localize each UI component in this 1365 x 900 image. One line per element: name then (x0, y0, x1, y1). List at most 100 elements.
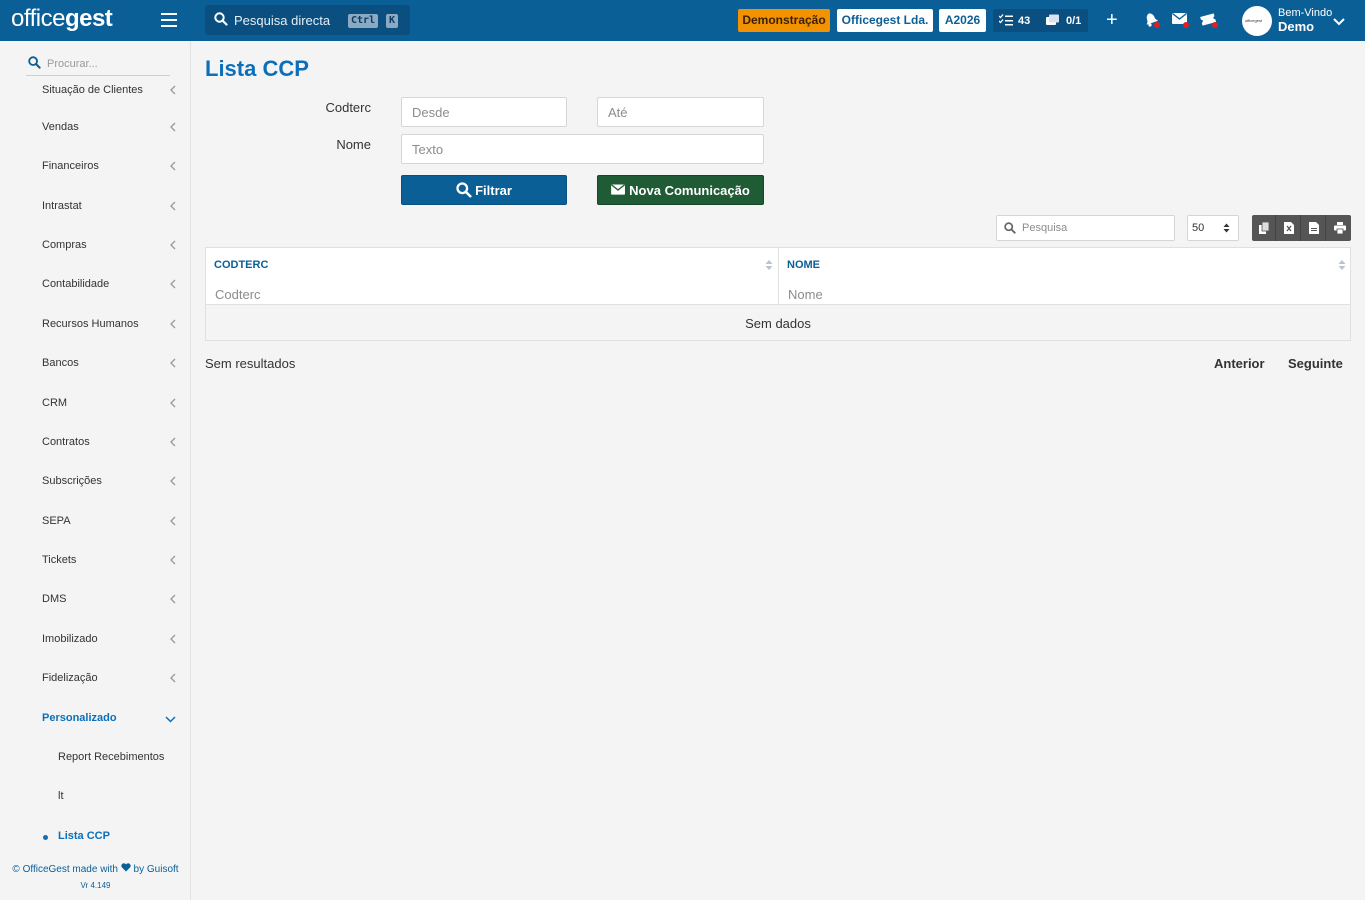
chevron-left-icon (170, 122, 176, 135)
sidebar-item-personalizado[interactable]: Personalizado (42, 709, 176, 729)
sidebar-subitem-lista-ccp[interactable]: Lista CCP (43, 827, 183, 847)
officegest-logo[interactable]: officegest (11, 5, 113, 33)
table-search-input[interactable] (1022, 220, 1167, 236)
counters-group[interactable]: 43 0/1 (993, 9, 1088, 32)
codterc-column-filter[interactable] (215, 284, 770, 304)
chevron-left-icon (170, 279, 176, 292)
chevron-left-icon (170, 673, 176, 686)
name-input[interactable] (401, 134, 764, 164)
codterc-to-input[interactable] (597, 97, 764, 127)
chevron-left-icon (170, 555, 176, 568)
sidebar-item-label: Recursos Humanos (42, 318, 139, 330)
sidebar-item-crm[interactable]: CRM (42, 394, 176, 414)
sidebar-item-subscricoes[interactable]: Subscrições (42, 472, 176, 492)
new-communication-button[interactable]: Nova Comunicação (597, 175, 764, 205)
sidebar-item-label: Tickets (42, 554, 77, 566)
previous-page-button[interactable]: Anterior (1214, 356, 1265, 371)
copy-button[interactable] (1252, 215, 1276, 241)
filter-button[interactable]: Filtrar (401, 175, 567, 205)
sidebar-item-sepa[interactable]: SEPA (42, 512, 176, 532)
quick-search-label: Pesquisa directa (234, 13, 331, 28)
page-size-select[interactable]: 50 (1187, 215, 1239, 241)
footer-author[interactable]: by Guisoft (134, 864, 179, 875)
codterc-from-input[interactable] (401, 97, 567, 127)
bell-icon[interactable] (1144, 12, 1160, 31)
nome-column-filter[interactable] (788, 284, 1343, 304)
sidebar-item-imobilizado[interactable]: Imobilizado (42, 630, 176, 650)
sidebar: Situação de Clientes Vendas Financeiros … (0, 41, 191, 900)
sidebar-item-situacao-clientes[interactable]: Situação de Clientes (42, 81, 176, 101)
sidebar-search[interactable] (26, 54, 170, 76)
sidebar-item-contabilidade[interactable]: Contabilidade (42, 275, 176, 295)
avatar[interactable]: officegest (1242, 6, 1272, 36)
column-header-label: NOME (787, 259, 820, 271)
envelope-icon (611, 184, 626, 195)
sidebar-subitem-lt[interactable]: lt (58, 787, 183, 807)
footer-text: © OfficeGest made with (12, 864, 118, 875)
sidebar-item-bancos[interactable]: Bancos (42, 354, 176, 374)
column-header-codterc[interactable]: CODTERC (206, 248, 778, 283)
mail-icon[interactable] (1172, 12, 1189, 29)
chevron-left-icon (170, 398, 176, 411)
company-badge[interactable]: Officegest Lda. (837, 9, 933, 32)
chevron-left-icon (170, 319, 176, 332)
chevron-left-icon (170, 437, 176, 450)
sidebar-item-label: Contabilidade (42, 278, 110, 290)
chevron-left-icon (170, 594, 176, 607)
notification-dot (1154, 22, 1160, 28)
column-divider (778, 248, 779, 304)
sidebar-item-vendas[interactable]: Vendas (42, 118, 176, 138)
copy-icon (1259, 222, 1270, 234)
sidebar-subitem-report-recebimentos[interactable]: Report Recebimentos (58, 748, 183, 768)
sort-icon[interactable] (765, 259, 773, 274)
sidebar-footer: © OfficeGest made with by Guisoft (0, 863, 190, 875)
search-icon (1004, 222, 1016, 237)
chevron-left-icon (170, 240, 176, 253)
shortcut-ctrl-key: Ctrl (348, 14, 379, 28)
sidebar-item-label: Contratos (42, 436, 90, 448)
print-icon (1334, 222, 1346, 234)
print-button[interactable] (1327, 215, 1351, 241)
sidebar-item-label: Intrastat (42, 200, 82, 212)
next-page-button[interactable]: Seguinte (1288, 356, 1343, 371)
heart-icon (121, 863, 131, 875)
demo-badge[interactable]: Demonstração (738, 9, 830, 32)
tasks-count: 43 (1018, 15, 1031, 27)
sort-arrows-icon (1223, 223, 1230, 236)
shortcut-k-key: K (386, 14, 399, 28)
logo-prefix: office (11, 5, 65, 32)
sidebar-item-label: Subscrições (42, 475, 102, 487)
menu-toggle-button[interactable] (161, 13, 177, 27)
sidebar-item-intrastat[interactable]: Intrastat (42, 197, 176, 217)
sidebar-item-label: DMS (42, 593, 67, 605)
sidebar-item-label: Fidelização (42, 672, 98, 684)
sort-icon[interactable] (1338, 259, 1346, 274)
results-info: Sem resultados (205, 356, 296, 371)
quick-search-button[interactable]: Pesquisa directa Ctrl K (205, 5, 410, 35)
chevron-down-icon[interactable] (1333, 14, 1345, 29)
user-name[interactable]: Demo (1278, 19, 1314, 34)
welcome-text: Bem-Vindo (1278, 7, 1333, 19)
sidebar-item-fidelizacao[interactable]: Fidelização (42, 669, 176, 689)
version-text: Vr 4.149 (80, 881, 111, 890)
name-label: Nome (336, 137, 371, 152)
add-icon[interactable]: + (1106, 10, 1118, 30)
column-header-label: CODTERC (214, 259, 269, 271)
ticket-icon[interactable] (1200, 12, 1218, 29)
sidebar-item-label: Vendas (42, 121, 79, 133)
empty-table-row: Sem dados (206, 304, 1350, 340)
fiscal-year-badge[interactable]: A2026 (939, 9, 986, 32)
column-header-nome[interactable]: NOME (779, 248, 1351, 283)
table-search[interactable] (996, 215, 1175, 241)
sidebar-search-input[interactable] (47, 56, 167, 72)
sidebar-item-recursos-humanos[interactable]: Recursos Humanos (42, 315, 176, 335)
sidebar-item-contratos[interactable]: Contratos (42, 433, 176, 453)
pdf-button[interactable] (1302, 215, 1326, 241)
sidebar-item-compras[interactable]: Compras (42, 236, 176, 256)
excel-button[interactable] (1277, 215, 1301, 241)
sidebar-item-tickets[interactable]: Tickets (42, 551, 176, 571)
sidebar-item-label: Compras (42, 239, 87, 251)
sidebar-item-financeiros[interactable]: Financeiros (42, 157, 176, 177)
sidebar-item-dms[interactable]: DMS (42, 590, 176, 610)
codterc-label: Codterc (325, 100, 371, 115)
